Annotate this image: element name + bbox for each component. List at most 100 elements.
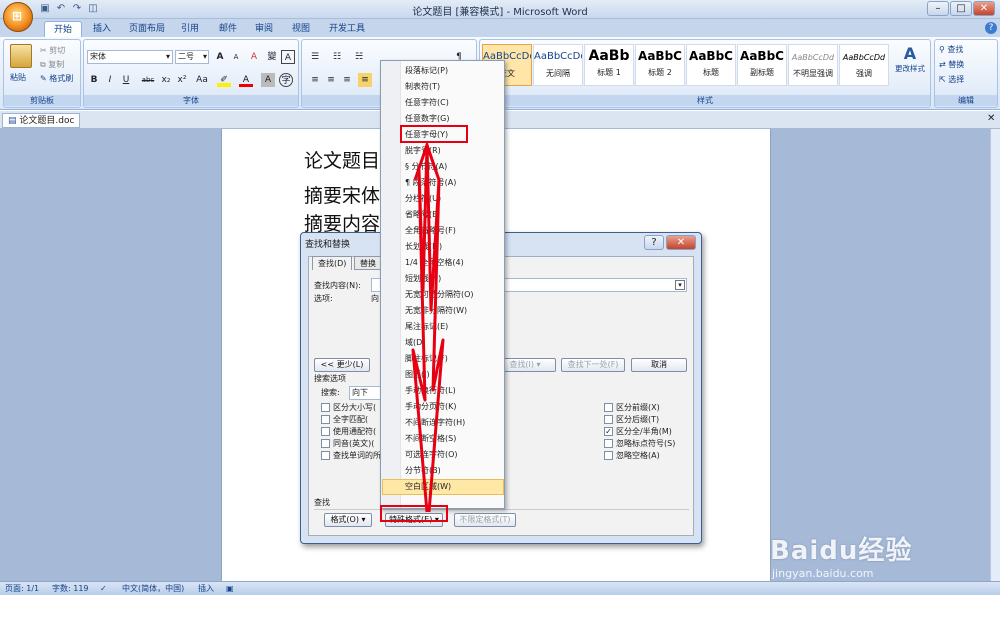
style-heading-2[interactable]: AaBbC 标题 2 [635,44,685,86]
close-button[interactable]: ✕ [973,1,995,16]
shrink-font-button[interactable]: A [229,50,243,64]
maximize-button[interactable]: □ [950,1,972,16]
numbering-icon[interactable]: ☷ [330,50,344,64]
match-case-checkbox[interactable]: 区分大小写( [321,402,381,414]
multilevel-list-icon[interactable]: ☵ [352,50,366,64]
suffix-checkbox[interactable]: 区分后缀(T) [604,414,675,426]
tab-references[interactable]: 引用 [172,21,208,37]
phonetic-guide-button[interactable]: 變 [265,50,279,64]
punctuation-checkbox[interactable]: 忽略标点符号(S) [604,438,675,450]
style-heading-1[interactable]: AaBb 标题 1 [584,44,634,86]
search-direction-select[interactable]: 向下 [349,386,381,400]
proofing-icon[interactable]: ✓ [100,582,107,595]
superscript-button[interactable]: x² [175,73,189,87]
style-subtle-emphasis[interactable]: AaBbCcDd 不明显强调 [788,44,838,86]
tab-review[interactable]: 审阅 [246,21,282,37]
word-forms-checkbox[interactable]: 查找单词的所 [321,450,381,462]
dialog-close-button[interactable]: ✕ [666,235,696,250]
find-button[interactable]: ⚲ 查找 [939,44,963,55]
italic-button[interactable]: I [103,73,117,87]
ribbon-tab-row: 开始 插入 页面布局 引用 邮件 审阅 视图 开发工具 ? [0,19,1000,37]
select-button[interactable]: ⇱ 选择 [939,74,964,85]
no-formatting-button[interactable]: 不限定格式(T) [454,513,516,527]
format-painter-button[interactable]: ✎ 格式刷 [40,73,73,84]
menu-item[interactable]: 制表符(T) [405,79,503,95]
sounds-like-checkbox[interactable]: 同音(英文)( [321,438,381,450]
style-subtitle[interactable]: AaBbC 副标题 [737,44,787,86]
font-size-combo[interactable]: 二号 ▾ [175,50,209,64]
less-button[interactable]: << 更少(L) [314,358,370,372]
divider [314,509,689,510]
cut-button[interactable]: ✂ 剪切 [40,45,65,56]
status-words[interactable]: 字数: 119 [52,582,89,595]
paste-button[interactable]: 粘贴 [10,72,26,83]
status-insert[interactable]: 插入 [198,582,214,595]
dialog-help-button[interactable]: ? [644,235,664,250]
change-styles-button[interactable]: A 更改样式 [892,44,928,86]
tab-home[interactable]: 开始 [44,21,83,37]
status-language[interactable]: 中文(简体，中国) [122,582,184,595]
minimize-button[interactable]: – [927,1,949,16]
char-border-button[interactable]: A [281,50,295,64]
office-button[interactable]: ⊞ [3,2,33,32]
doc-line-title: 论文题目 [304,150,381,172]
right-options: 区分前缀(X) 区分后缀(T) ✓ 区分全/半角(M) 忽略标点符号(S) 忽略空… [604,402,675,462]
tab-replace[interactable]: 替换 [354,256,382,270]
tab-page-layout[interactable]: 页面布局 [120,21,174,37]
format-button[interactable]: 格式(O) ▾ [324,513,372,527]
tab-insert[interactable]: 插入 [84,21,120,37]
menu-item[interactable]: 任意字符(C) [405,95,503,111]
document-tab[interactable]: ▤ 论文题目.doc [2,113,81,128]
clipboard-group-label: 剪贴板 [4,95,80,106]
chevron-down-icon[interactable]: ▾ [675,280,685,290]
justify-icon[interactable]: ≡ [358,73,372,87]
replace-button[interactable]: ⇄ 替换 [939,59,964,70]
tab-developer[interactable]: 开发工具 [320,21,374,37]
highlight-box-any-letter [400,125,468,143]
find-next-button[interactable]: 查找下一处(F) [561,358,625,372]
subscript-button[interactable]: x₂ [159,73,173,87]
tab-view[interactable]: 视图 [283,21,319,37]
chevron-down-icon: ▾ [165,52,170,61]
redo-icon[interactable]: ↷ [70,2,84,16]
align-right-icon[interactable]: ≡ [340,73,354,87]
macro-icon[interactable]: ▣ [226,582,234,595]
char-shading-icon[interactable]: A [261,73,275,87]
tab-mailings[interactable]: 邮件 [210,21,246,37]
style-emphasis[interactable]: AaBbCcDd 强调 [839,44,889,86]
style-title[interactable]: AaBbC 标题 [686,44,736,86]
menu-item[interactable]: 段落标记(P) [405,63,503,79]
grow-font-button[interactable]: A [213,50,227,64]
highlight-icon[interactable]: ✐ [217,73,231,87]
status-page[interactable]: 页面: 1/1 [5,582,39,595]
enclose-char-icon[interactable]: 字 [279,73,293,87]
checkbox-icon [604,439,613,448]
cancel-button[interactable]: 取消 [631,358,687,372]
tab-find[interactable]: 查找(D) [312,256,353,270]
font-name-combo[interactable]: 宋体 ▾ [87,50,173,64]
bullets-icon[interactable]: ☰ [308,50,322,64]
print-preview-icon[interactable]: ◫ [86,2,100,16]
style-no-spacing[interactable]: AaBbCcDd 无间隔 [533,44,583,86]
chevron-down-icon: ▾ [202,52,207,61]
align-center-icon[interactable]: ≡ [324,73,338,87]
whitespace-checkbox[interactable]: 忽略空格(A) [604,450,675,462]
width-checkbox[interactable]: ✓ 区分全/半角(M) [604,426,675,438]
bold-button[interactable]: B [87,73,101,87]
align-left-icon[interactable]: ≡ [308,73,322,87]
paste-icon[interactable] [10,44,32,68]
vertical-scrollbar[interactable] [990,129,1000,581]
change-case-button[interactable]: Aa [193,73,211,87]
clear-format-button[interactable]: A [247,50,261,64]
strikethrough-button[interactable]: abc [139,73,157,87]
help-icon[interactable]: ? [985,22,997,34]
close-doc-icon[interactable]: ✕ [987,113,995,124]
prefix-checkbox[interactable]: 区分前缀(X) [604,402,675,414]
undo-icon[interactable]: ↶ [54,2,68,16]
copy-button[interactable]: ⧉ 复制 [40,59,64,70]
save-icon[interactable]: ▣ [38,2,52,16]
underline-button[interactable]: U [119,73,133,87]
wildcards-checkbox[interactable]: 使用通配符( [321,426,381,438]
whole-word-checkbox[interactable]: 全字匹配( [321,414,381,426]
font-color-button[interactable]: A [239,73,253,87]
